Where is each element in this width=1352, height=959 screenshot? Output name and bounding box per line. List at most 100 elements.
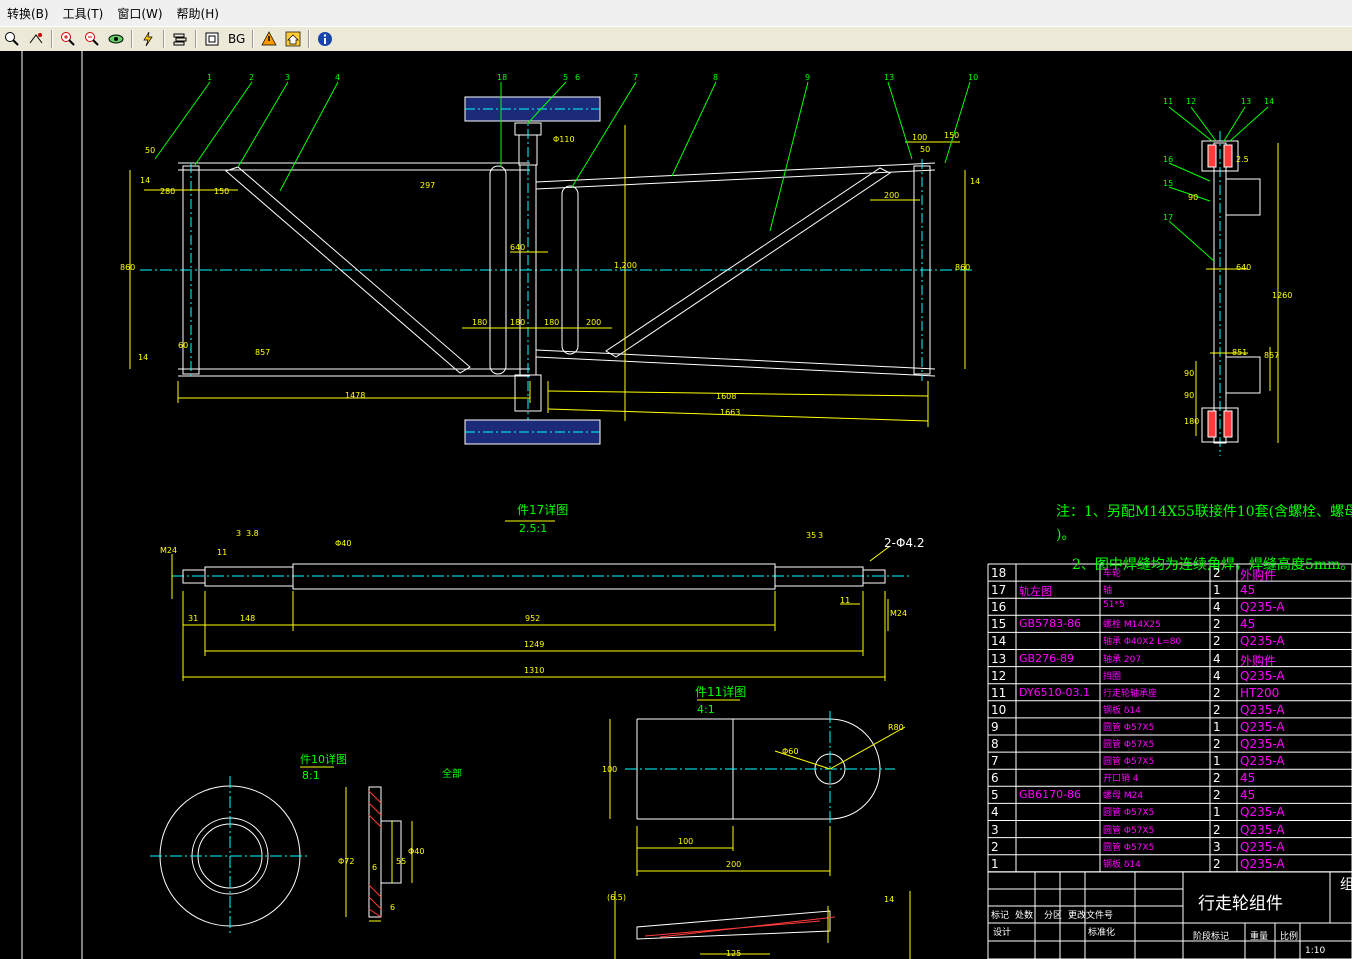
bom-cell-no: 8 [991,737,999,751]
callout-number: 7 [633,73,639,82]
dim-label: 150 [214,187,230,196]
bom-cell-no: 14 [991,634,1007,649]
menu-tools[interactable]: 工具(T) [56,5,111,22]
tb-label: 标准化 [1088,928,1116,938]
dim-label: 14 [140,176,151,185]
bom-cell-name: 车轮 [1103,569,1122,579]
pan-icon[interactable] [25,29,47,49]
bom-cell-no: 1 [991,856,999,871]
dim-label: 200 [884,191,900,200]
callout-number: 11 [1163,97,1174,106]
dim-label: 3.8 [246,529,259,538]
dim-label: 90 [1184,391,1195,400]
dim-label: 297 [420,181,436,190]
dim-label: 1310 [524,666,545,675]
bom-cell-no: 12 [991,668,1007,683]
home-icon[interactable] [282,29,304,49]
bom-cell-name: 圆管 Φ57X5 [1103,722,1155,733]
eye-icon[interactable] [105,29,127,49]
dim-label: 50 [145,146,156,155]
dim-label: 6 [390,903,396,912]
bom-cell-mat: Q235-A [1240,600,1285,615]
bom-cell-qty: 1 [1213,754,1221,769]
dim-label: 857 [255,348,271,357]
toolbar: BG [0,26,1352,52]
bom-cell-qty: 2 [1213,771,1221,786]
bom-cell-code: GB5783-86 [1019,617,1082,631]
bom-cell-no: 15 [991,617,1007,632]
part11-title: 件11详图 [695,685,747,699]
menu-help[interactable]: 帮助(H) [170,5,226,22]
lightning-icon[interactable] [137,29,159,49]
bg-button[interactable]: BG [225,29,248,49]
zoom-out-icon[interactable] [81,29,103,49]
callout-number: 14 [1264,97,1275,106]
bom-cell-qty: 4 [1213,651,1221,666]
bom-cell-qty: 2 [1213,617,1221,632]
dim-label: 952 [525,614,541,623]
menu-convert[interactable]: 转换(B) [0,5,56,22]
dim-label: 100 [912,133,928,142]
bom-cell-name: 圆管 Φ57X5 [1103,740,1155,750]
zoom-in-icon[interactable] [57,29,79,49]
bom-cell-mat: 45 [1240,788,1256,803]
bom-cell-name: 行走轮轴承座 [1103,688,1158,699]
dim-label: 1608 [716,392,737,401]
note-line-1b: )。 [1056,527,1076,543]
dim-label: 3 [236,529,242,538]
dim-label: 200 [586,318,602,327]
zoom-window-icon[interactable] [1,29,23,49]
dim-label: Φ40 [408,847,425,856]
weld-note: 全部 [442,769,462,780]
bom-cell-qty: 2 [1213,685,1221,700]
layers-icon[interactable] [169,29,191,49]
bom-cell-mat: Q235-A [1240,737,1285,751]
dim-label: 100 [602,765,618,774]
menu-bar: 转换(B) 工具(T) 窗口(W) 帮助(H) [0,0,1352,26]
bom-cell-name: 螺母 M24 [1103,791,1144,802]
bom-cell-qty: 2 [1213,634,1221,649]
hole-callout: 2-Φ4.2 [884,536,925,550]
dim-label: 1249 [524,640,545,649]
bom-cell-mat: Q235-A [1240,754,1285,769]
dim-label: 1260 [1272,291,1293,300]
bom-cell-qty: 2 [1213,856,1221,871]
bom-cell-mat: Q235-A [1240,839,1285,854]
bom-cell-qty: 1 [1213,583,1221,598]
bom-cell-mat: Q235-A [1240,719,1285,734]
bom-cell-name: 圆管 Φ57X5 [1103,757,1155,768]
dim-label: 1478 [345,391,366,400]
dim-label: 640 [1236,263,1252,272]
dim-label: 90 [1188,193,1199,202]
bom-cell-no: 11 [991,685,1007,700]
bom-cell-mat: 45 [1240,617,1256,632]
warning-icon[interactable] [258,29,280,49]
dim-label: 14 [884,895,895,904]
bom-cell-no: 17 [991,583,1007,598]
callout-number: 17 [1163,213,1174,222]
bom-cell-code: 轨左图 [1019,585,1052,599]
bom-cell-qty: 3 [1213,839,1221,854]
tb-label: 标记 [991,911,1010,921]
tb-label: 处数 [1015,911,1034,921]
menu-window[interactable]: 窗口(W) [110,5,169,22]
tb-label: 重量 [1250,932,1269,942]
bom-cell-mat: HT200 [1240,685,1280,700]
dim-label: 11 [840,596,851,605]
drawing-canvas[interactable]: 50 14 280 150 860 14 60 857 1478 297 640… [0,51,1352,959]
bom-cell-qty: 4 [1213,600,1221,615]
callout-number: 2 [249,73,255,82]
frame-icon[interactable] [201,29,223,49]
tb-label: 阶段标记 [1193,932,1230,942]
bom-cell-name: 钢板 δ14 [1103,705,1141,716]
bom-cell-no: 7 [991,754,999,769]
dim-label: Φ40 [335,539,352,548]
callout-number: 8 [713,73,719,82]
bom-cell-no: 4 [991,805,999,820]
title-corner-char: 组 [1340,877,1352,893]
info-icon[interactable] [314,29,336,49]
callout-number: 9 [805,73,811,82]
bom-cell-code: DY6510-03.1 [1019,685,1091,699]
dim-label: 280 [160,187,176,196]
tb-scale: 1:10 [1305,946,1326,956]
